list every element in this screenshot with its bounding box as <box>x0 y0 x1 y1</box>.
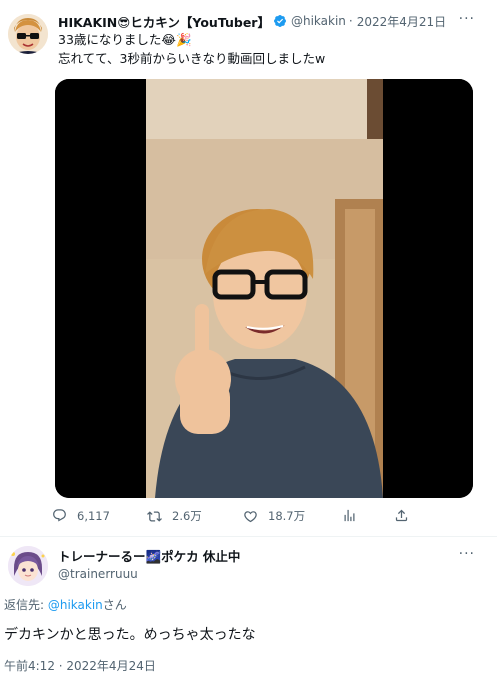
tweet-text: 33歳になりました😂🎉 忘れてて、3秒前からいきなり動画回しましたw <box>58 30 478 68</box>
reply-header: トレーナーるー🌌ポケカ 休止中 @trainerruuu <box>58 546 240 582</box>
analytics-icon <box>344 509 355 522</box>
tweet-text-line-2: 忘れてて、3秒前からいきなり動画回しましたw <box>58 51 326 66</box>
tweet-actions: 6,117 2.6万 18.7万 <box>52 508 422 528</box>
like-icon <box>244 510 257 522</box>
like-count: 18.7万 <box>268 509 306 523</box>
reply-author-avatar[interactable] <box>8 546 48 586</box>
reply-icon <box>53 509 66 522</box>
reply-author-display-name[interactable]: トレーナーるー🌌ポケカ 休止中 <box>58 546 240 564</box>
author-avatar[interactable] <box>8 14 48 54</box>
tweet-video[interactable] <box>55 79 473 498</box>
replying-mention-link[interactable]: @hikakin <box>48 598 103 612</box>
reply-text: デカキンかと思った。めっちゃ太ったな <box>4 627 256 643</box>
share-icon <box>395 509 408 522</box>
replying-suffix: さん <box>102 598 127 612</box>
main-tweet[interactable]: HIKAKIN😎ヒカキン【YouTuber】 @hikakin · 2022年4… <box>0 0 497 537</box>
analytics-button[interactable] <box>342 508 367 523</box>
reply-count: 6,117 <box>77 508 110 523</box>
tweet-text-line-1: 33歳になりました😂🎉 <box>58 32 192 47</box>
reply-author-handle[interactable]: @trainerruuu <box>58 567 240 581</box>
author-handle[interactable]: @hikakin <box>291 14 346 28</box>
verified-badge-icon <box>273 14 287 28</box>
retweet-button[interactable]: 2.6万 <box>147 508 202 524</box>
reply-button[interactable]: 6,117 <box>52 508 110 523</box>
separator-dot: · <box>348 14 353 28</box>
reply-timestamp[interactable]: 午前4:12 · 2022年4月24日 <box>4 657 156 674</box>
tweet-header: HIKAKIN😎ヒカキン【YouTuber】 @hikakin · 2022年4… <box>58 11 446 31</box>
share-button[interactable] <box>394 508 419 523</box>
reply-more-icon[interactable]: ··· <box>459 546 475 562</box>
like-button[interactable]: 18.7万 <box>243 508 305 524</box>
replying-to: 返信先: @hikakinさん <box>4 596 127 613</box>
author-display-name[interactable]: HIKAKIN😎ヒカキン【YouTuber】 <box>58 12 270 31</box>
retweet-count: 2.6万 <box>172 509 202 523</box>
retweet-icon <box>147 510 162 522</box>
tweet-date[interactable]: 2022年4月21日 <box>357 13 446 30</box>
more-icon[interactable]: ··· <box>459 11 475 27</box>
replying-prefix: 返信先: <box>4 598 48 612</box>
